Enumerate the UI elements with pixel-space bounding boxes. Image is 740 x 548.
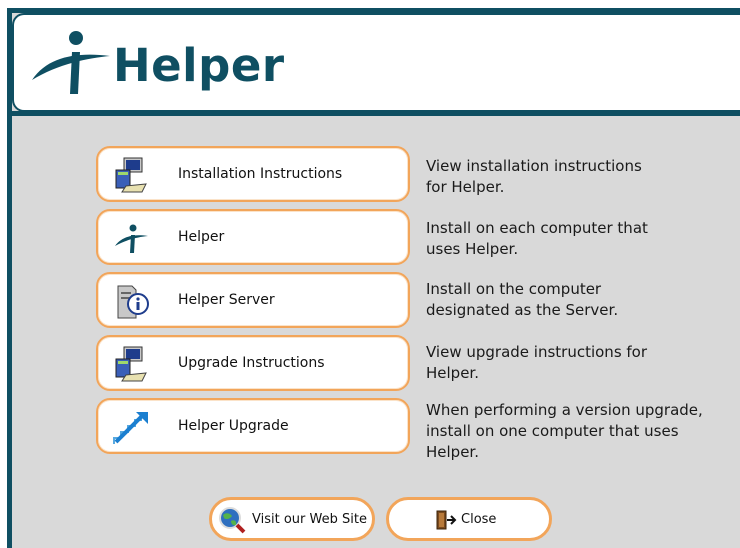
installer-computer-icon: [115, 346, 147, 382]
option-description: Install on each computer that uses Helpe…: [426, 219, 648, 258]
option-description: Install on the computer designated as th…: [426, 280, 619, 319]
helper-logo-icon: [32, 31, 110, 94]
globe-magnifier-icon: [219, 507, 246, 534]
helper-logo-icon: [115, 224, 148, 253]
close-label: Close: [461, 512, 497, 527]
option-label: Installation Instructions: [178, 166, 343, 182]
header-divider: [12, 111, 740, 116]
helper-upgrade-button[interactable]: Helper Upgrade: [96, 398, 410, 454]
upgrade-instructions-button[interactable]: Upgrade Instructions: [96, 335, 410, 391]
logo-wordmark: Helper: [113, 39, 285, 92]
option-label: Helper: [178, 229, 225, 245]
option-description: View upgrade instructions for Helper.: [426, 343, 648, 382]
helper-install-button[interactable]: Helper: [96, 209, 410, 265]
option-label: Upgrade Instructions: [178, 355, 325, 371]
close-button[interactable]: Close: [386, 497, 552, 541]
option-label: Helper Server: [178, 292, 275, 308]
website-label: Visit our Web Site: [252, 512, 367, 527]
option-description: When performing a version upgrade, insta…: [426, 401, 703, 461]
exit-door-icon: [436, 510, 457, 530]
helper-server-button[interactable]: Helper Server: [96, 272, 410, 328]
server-info-icon: [117, 285, 149, 319]
option-label: Helper Upgrade: [178, 418, 289, 434]
option-description: View installation instructions for Helpe…: [426, 157, 642, 196]
upgrade-stairs-icon: [113, 412, 148, 444]
visit-website-button[interactable]: Visit our Web Site: [209, 497, 375, 541]
installer-computer-icon: [115, 157, 147, 193]
installation-instructions-button[interactable]: Installation Instructions: [96, 146, 410, 202]
